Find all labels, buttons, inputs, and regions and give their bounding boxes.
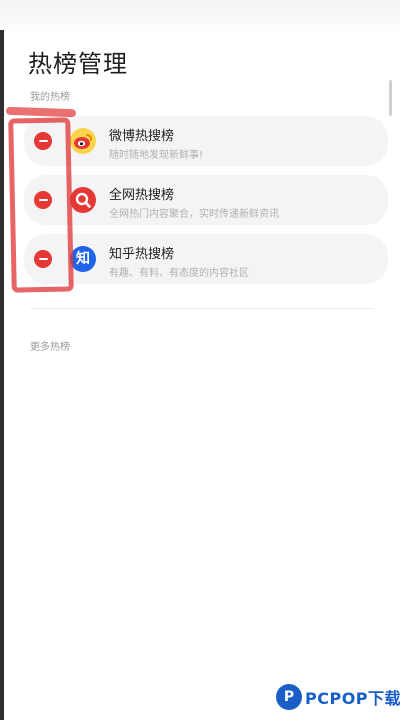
hot-list-description: 有趣、有料、有态度的内容社区: [109, 268, 249, 279]
status-bar-area: [0, 0, 400, 36]
watermark-text: PCPOP下载: [305, 689, 400, 708]
page-title: 热榜管理: [28, 50, 128, 78]
window-edge: [0, 30, 4, 720]
hot-list-description: 全网热门内容聚合，实时传递新鲜资讯: [109, 209, 279, 220]
weibo-icon-glyph: [74, 134, 93, 149]
section-divider: [30, 308, 374, 309]
hot-list-title: 微博热搜榜: [109, 129, 175, 144]
scrollbar[interactable]: [389, 80, 392, 116]
hot-list-description: 随时随地发现新鲜事!: [109, 150, 204, 161]
section-my-hot-lists: 我的热榜: [30, 92, 70, 103]
weibo-icon: [70, 128, 96, 154]
hot-list-title: 知乎热搜榜: [109, 247, 175, 262]
hot-list-title: 全网热搜榜: [109, 188, 175, 203]
hot-list-item-all-web[interactable]: 全网热搜榜 全网热门内容聚合，实时传递新鲜资讯: [24, 175, 388, 225]
annotation-highlight-box: [8, 117, 74, 293]
search-icon-glyph: [75, 192, 91, 208]
hot-list-item-weibo[interactable]: 微博热搜榜 随时随地发现新鲜事!: [24, 116, 388, 166]
annotation-mark: [5, 106, 77, 118]
watermark: P PCPOP下载: [276, 684, 400, 710]
zhihu-icon-char: 知: [76, 251, 90, 267]
watermark-logo-icon: P: [276, 684, 302, 710]
hot-list-management-screen: 热榜管理 我的热榜 微博热搜榜 随时随地发现新鲜事! 全网热搜榜 全网热门内容聚…: [0, 0, 400, 720]
hot-list-item-zhihu[interactable]: 知 知乎热搜榜 有趣、有料、有态度的内容社区: [24, 234, 388, 284]
section-more-hot-lists: 更多热榜: [30, 342, 70, 353]
zhihu-icon: 知: [70, 246, 96, 272]
search-icon: [70, 187, 96, 213]
